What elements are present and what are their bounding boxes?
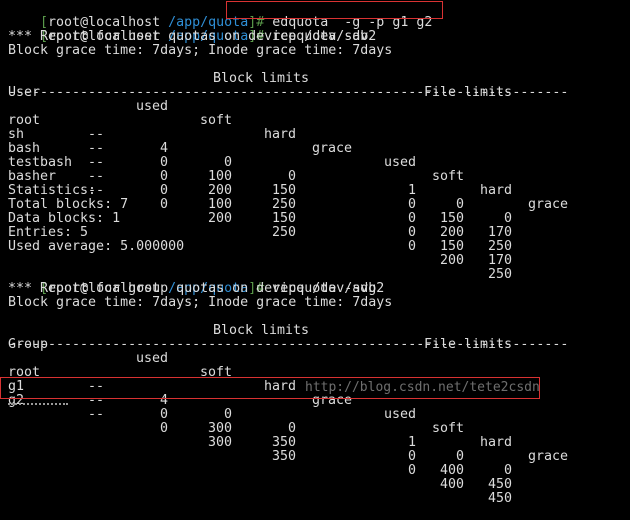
group-table-separator: ----------------------------------------…: [8, 337, 569, 352]
row-file-used: 0: [408, 449, 417, 464]
prompt-line-2: [root@localhost /app/quota]# repquota -a…: [8, 16, 368, 44]
col-header-file-hard: hard: [480, 183, 513, 198]
row-file-used: 0: [408, 225, 417, 240]
user-limits-heading: Block limits File limits: [0, 58, 630, 100]
row-block-soft: 200: [208, 211, 233, 226]
row-file-soft: 150: [440, 239, 465, 254]
row-file-soft: 150: [440, 211, 465, 226]
table-row: root -- 4 0 0 1 0 0: [0, 100, 630, 226]
row-flags: --: [88, 169, 105, 184]
col-header-file-soft: soft: [432, 421, 465, 436]
user-report-title: *** Report for user quotas on device /de…: [8, 29, 377, 44]
row-block-hard: 150: [272, 183, 297, 198]
row-file-soft: 400: [440, 477, 465, 492]
row-file-soft: 200: [440, 225, 465, 240]
group-table-header: Group used soft hard grace used soft har…: [0, 324, 630, 464]
row-block-soft: 0: [224, 407, 233, 422]
row-block-soft: 100: [208, 169, 233, 184]
row-file-soft: 0: [456, 449, 465, 464]
user-table-separator: ----------------------------------------…: [8, 85, 569, 100]
row-block-hard: 0: [288, 421, 297, 436]
stat-data-blocks: Data blocks: 1: [8, 211, 121, 226]
stat-total-blocks: Total blocks: 7: [8, 197, 129, 212]
row-block-hard: 350: [272, 435, 297, 450]
row-block-soft: 200: [208, 183, 233, 198]
row-file-soft: 0: [456, 197, 465, 212]
row-file-used: 0: [408, 211, 417, 226]
row-block-used: 0: [160, 197, 169, 212]
group-report-title: *** Report for group quotas on device /d…: [8, 281, 385, 296]
watermark: http://blog.csdn.net/tete2csdn: [305, 380, 540, 395]
row-file-soft: 400: [440, 463, 465, 478]
col-header-file-hard: hard: [480, 435, 513, 450]
row-block-hard: 250: [272, 225, 297, 240]
row-file-hard: 250: [488, 239, 513, 254]
row-block-hard: 0: [288, 169, 297, 184]
terminal-window[interactable]: [root@localhost /app/quota]# edquota -g …: [0, 0, 630, 506]
table-row: testbash -- 0 100 150 0 150 170: [0, 142, 630, 268]
stat-entries: Entries: 5: [8, 225, 89, 240]
row-name: basher: [8, 169, 57, 184]
user-table-header: User used soft hard grace used soft hard…: [0, 72, 630, 212]
stat-used-average: Used average: 5.000000: [8, 239, 185, 254]
row-file-hard: 450: [488, 491, 513, 506]
row-block-soft: 300: [208, 435, 233, 450]
group-report-grace: Block grace time: 7days; Inode grace tim…: [8, 295, 393, 310]
row-file-hard: 170: [488, 225, 513, 240]
row-block-hard: 350: [272, 449, 297, 464]
table-row: basher -- 0 200 250 0 200 250: [0, 156, 630, 282]
row-file-used: 0: [408, 239, 417, 254]
row-block-used: 0: [160, 183, 169, 198]
user-report-grace: Block grace time: 7days; Inode grace tim…: [8, 43, 393, 58]
col-header-file-grace: grace: [528, 197, 569, 212]
table-row: root -- 4 0 0 1 0 0: [0, 352, 630, 478]
row-block-soft: 100: [208, 197, 233, 212]
col-header-file-soft: soft: [432, 169, 465, 184]
terminal-cursor: [8, 403, 68, 412]
row-file-used: 0: [408, 463, 417, 478]
row-file-used: 0: [408, 197, 417, 212]
row-file-hard: 450: [488, 477, 513, 492]
table-row: sh -- 0 100 150 0 150 170: [0, 114, 630, 240]
row-file-used: 1: [408, 435, 417, 450]
statistics-heading: Statistics:: [8, 183, 97, 198]
row-file-used: 1: [408, 183, 417, 198]
row-block-used: 0: [160, 169, 169, 184]
row-block-hard: 150: [272, 211, 297, 226]
row-block-used: 0: [160, 421, 169, 436]
row-file-hard: 0: [504, 463, 513, 478]
row-file-hard: 170: [488, 253, 513, 268]
prompt-line-3: [root@localhost /app/quota]# repquota -a…: [8, 268, 376, 296]
col-header-file-grace: grace: [528, 449, 569, 464]
row-flags: --: [88, 407, 105, 422]
col-header-file-used: used: [384, 407, 417, 422]
group-limits-heading: Block limits File limits: [0, 310, 630, 352]
row-block-hard: 250: [272, 197, 297, 212]
row-file-hard: 250: [488, 267, 513, 282]
row-block-used: 0: [160, 407, 169, 422]
table-row: bash -- 0 200 250 0 200 250: [0, 128, 630, 254]
row-file-soft: 200: [440, 253, 465, 268]
row-block-soft: 300: [208, 421, 233, 436]
row-file-hard: 0: [504, 211, 513, 226]
